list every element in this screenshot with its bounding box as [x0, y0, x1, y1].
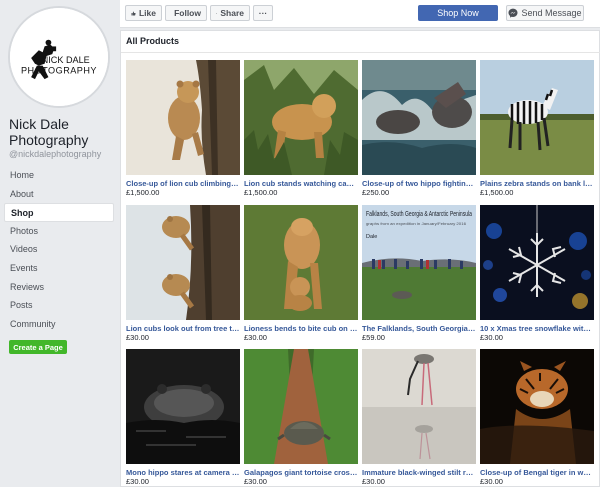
- page-title[interactable]: Nick Dale Photography: [9, 116, 117, 148]
- sidebar-item-posts[interactable]: Posts: [4, 296, 114, 315]
- product-title[interactable]: 10 x Xmas tree snowflake with ...: [480, 324, 594, 333]
- follow-label: Follow: [174, 8, 201, 18]
- sidebar-item-shop[interactable]: Shop: [4, 203, 114, 222]
- product-price: £1,500.00: [244, 188, 278, 197]
- product-title[interactable]: Close-up of Bengal tiger in wat...: [480, 468, 594, 477]
- product-image-stilt[interactable]: [362, 349, 476, 464]
- like-button[interactable]: Like: [125, 5, 162, 21]
- more-options-button[interactable]: ···: [253, 5, 273, 21]
- product-title[interactable]: Immature black-winged stilt re...: [362, 468, 476, 477]
- product-price: £30.00: [480, 333, 503, 342]
- sidebar-nav: Home About Shop Photos Videos Events Rev…: [4, 166, 114, 333]
- product-image-lion-cub-grass[interactable]: [244, 60, 358, 175]
- product-price: £250.00: [362, 188, 390, 197]
- sidebar-item-photos[interactable]: Photos: [4, 222, 114, 241]
- product-card[interactable]: Mono hippo stares at camera f... £30.00: [126, 349, 240, 486]
- product-title[interactable]: Mono hippo stares at camera f...: [126, 468, 240, 477]
- share-label: Share: [220, 8, 244, 18]
- product-image-zebra[interactable]: [480, 60, 594, 175]
- product-card[interactable]: Close-up of Bengal tiger in wat... £30.0…: [480, 349, 594, 486]
- create-page-button[interactable]: Create a Page: [9, 340, 67, 354]
- product-price: £30.00: [126, 333, 149, 342]
- product-price: £30.00: [244, 333, 267, 342]
- follow-button[interactable]: Follow: [165, 5, 207, 21]
- product-card[interactable]: 10 x Xmas tree snowflake with ... £30.00: [480, 205, 594, 342]
- page-action-bar: Like Follow Share ··· Shop Now Send Mess…: [120, 0, 600, 28]
- sidebar-item-events[interactable]: Events: [4, 259, 114, 278]
- sidebar: NICK DALE PHOTOGRAPHY Nick Dale Photogra…: [0, 0, 118, 487]
- product-card[interactable]: Close-up of lion cub climbing t... £1,50…: [126, 60, 240, 197]
- product-price: £30.00: [126, 477, 149, 486]
- product-card[interactable]: Lion cub stands watching cam... £1,500.0…: [244, 60, 358, 197]
- share-button[interactable]: Share: [210, 5, 250, 21]
- like-label: Like: [138, 8, 156, 18]
- product-price: £1,500.00: [480, 188, 514, 197]
- product-image-lioness-cub[interactable]: [244, 205, 358, 320]
- page-handle[interactable]: @nickdalephotography: [9, 149, 101, 159]
- share-arrow-icon: [216, 12, 218, 14]
- product-image-mono-hippo[interactable]: [126, 349, 240, 464]
- product-image-lion-cubs-tree[interactable]: [126, 205, 240, 320]
- book-author: Dale: [366, 234, 377, 240]
- send-message-label: Send Message: [521, 8, 582, 18]
- product-price: £30.00: [244, 477, 267, 486]
- sidebar-item-about[interactable]: About: [4, 185, 114, 204]
- product-card[interactable]: Plains zebra stands on bank lo... £1,500…: [480, 60, 594, 197]
- product-price: £59.00: [362, 333, 385, 342]
- product-card[interactable]: Close-up of two hippo fighting... £250.0…: [362, 60, 476, 197]
- product-card[interactable]: Lioness bends to bite cub on n... £30.00: [244, 205, 358, 342]
- product-price: £1,500.00: [126, 188, 160, 197]
- product-image-bengal-tiger[interactable]: [480, 349, 594, 464]
- thumbs-up-icon: [131, 11, 136, 15]
- product-card[interactable]: Falklands, South Georgia & Antarctic Pen…: [362, 205, 476, 342]
- product-title[interactable]: Close-up of two hippo fighting...: [362, 179, 476, 188]
- book-title-line: Falklands, South Georgia & Antarctic Pen…: [366, 211, 472, 218]
- product-image-lion-cub-climbing[interactable]: [126, 60, 240, 175]
- product-price: £30.00: [480, 477, 503, 486]
- product-title[interactable]: Close-up of lion cub climbing t...: [126, 179, 240, 188]
- product-image-snowflake[interactable]: [480, 205, 594, 320]
- logo-line1: NICK DALE: [42, 55, 90, 65]
- product-card[interactable]: Immature black-winged stilt re... £30.00: [362, 349, 476, 486]
- product-title[interactable]: Lioness bends to bite cub on n...: [244, 324, 358, 333]
- product-title[interactable]: Lion cub stands watching cam...: [244, 179, 358, 188]
- messenger-icon: [508, 8, 518, 18]
- product-image-falklands-book[interactable]: Falklands, South Georgia & Antarctic Pen…: [362, 205, 476, 320]
- product-title[interactable]: Lion cubs look out from tree tr...: [126, 324, 240, 333]
- send-message-button[interactable]: Send Message: [506, 5, 584, 21]
- shop-panel: All Products Close-up of lion cub climbi…: [120, 30, 600, 487]
- shop-now-button[interactable]: Shop Now: [418, 5, 498, 21]
- divider: [121, 52, 600, 53]
- product-title[interactable]: Galapagos giant tortoise cross...: [244, 468, 358, 477]
- logo-line2: PHOTOGRAPHY: [21, 65, 97, 75]
- section-title: All Products: [126, 36, 180, 46]
- product-image-tortoise[interactable]: [244, 349, 358, 464]
- product-card[interactable]: Lion cubs look out from tree tr... £30.0…: [126, 205, 240, 342]
- product-card[interactable]: Galapagos giant tortoise cross... £30.00: [244, 349, 358, 486]
- product-image-hippo-fighting[interactable]: [362, 60, 476, 175]
- product-title[interactable]: Plains zebra stands on bank lo...: [480, 179, 594, 188]
- book-subtitle-line: graphs from an expedition in January/Feb…: [366, 222, 466, 226]
- sidebar-item-home[interactable]: Home: [4, 166, 114, 185]
- avatar[interactable]: NICK DALE PHOTOGRAPHY: [8, 6, 110, 108]
- sidebar-item-community[interactable]: Community: [4, 315, 114, 334]
- sidebar-item-reviews[interactable]: Reviews: [4, 278, 114, 297]
- product-price: £30.00: [362, 477, 385, 486]
- photographer-logo-icon: NICK DALE PHOTOGRAPHY: [10, 8, 108, 106]
- sidebar-item-videos[interactable]: Videos: [4, 240, 114, 259]
- product-title[interactable]: The Falklands, South Georgia ...: [362, 324, 476, 333]
